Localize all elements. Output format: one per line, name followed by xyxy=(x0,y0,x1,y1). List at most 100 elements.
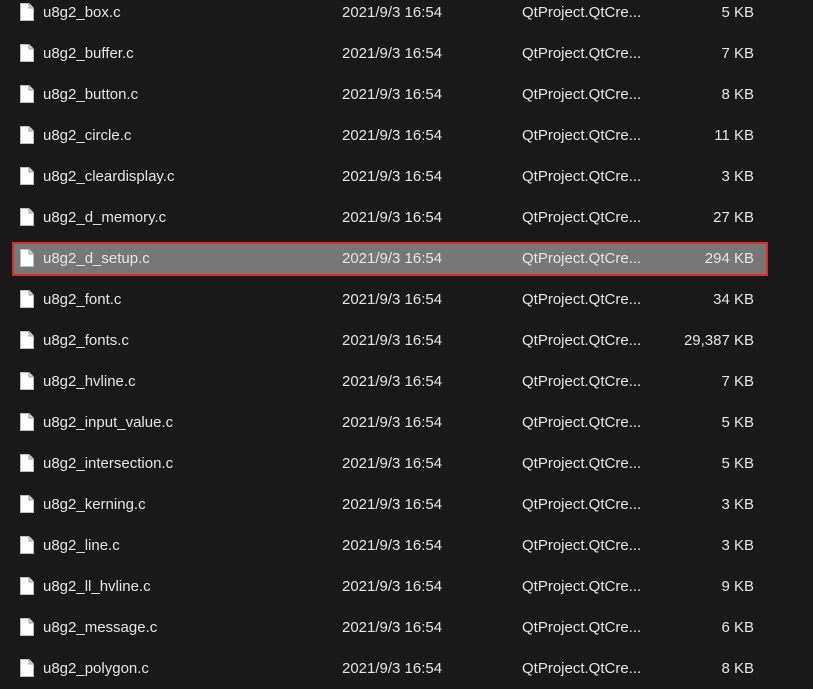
file-name: u8g2_hvline.c xyxy=(43,373,136,390)
file-row[interactable]: u8g2_kerning.c 2021/9/3 16:54 QtProject.Qt… xyxy=(14,490,766,520)
file-type: QtProject.QtCre... xyxy=(522,250,642,267)
document-icon xyxy=(20,331,34,349)
file-type: QtProject.QtCre... xyxy=(522,291,642,308)
file-date-modified: 2021/9/3 16:54 xyxy=(342,414,443,431)
file-type: QtProject.QtCre... xyxy=(522,496,642,513)
file-size: 3 KB xyxy=(721,537,754,554)
file-date-modified: 2021/9/3 16:54 xyxy=(342,332,443,349)
file-type: QtProject.QtCre... xyxy=(522,86,642,103)
file-date-modified: 2021/9/3 16:54 xyxy=(342,209,443,226)
file-list: u8g2_box.c 2021/9/3 16:54 QtProject.QtCre.… xyxy=(0,0,813,689)
file-date-modified: 2021/9/3 16:54 xyxy=(342,373,443,390)
document-icon xyxy=(20,3,34,21)
file-type: QtProject.QtCre... xyxy=(522,660,642,677)
file-row[interactable]: u8g2_cleardisplay.c 2021/9/3 16:54 QtProje… xyxy=(14,162,766,192)
file-size: 9 KB xyxy=(721,578,754,595)
file-name: u8g2_ll_hvline.c xyxy=(43,578,151,595)
document-icon xyxy=(20,85,34,103)
file-name: u8g2_buffer.c xyxy=(43,45,134,62)
file-size: 6 KB xyxy=(721,619,754,636)
file-name: u8g2_box.c xyxy=(43,4,121,21)
file-row[interactable]: u8g2_d_setup.c 2021/9/3 16:54 QtProject.Qt… xyxy=(12,242,768,276)
file-row[interactable]: u8g2_box.c 2021/9/3 16:54 QtProject.QtCre.… xyxy=(14,0,766,28)
document-icon xyxy=(20,618,34,636)
file-type: QtProject.QtCre... xyxy=(522,578,642,595)
file-date-modified: 2021/9/3 16:54 xyxy=(342,291,443,308)
file-date-modified: 2021/9/3 16:54 xyxy=(342,537,443,554)
file-name: u8g2_kerning.c xyxy=(43,496,146,513)
document-icon xyxy=(20,495,34,513)
file-date-modified: 2021/9/3 16:54 xyxy=(342,578,443,595)
file-name: u8g2_intersection.c xyxy=(43,455,174,472)
file-name: u8g2_input_value.c xyxy=(43,414,174,431)
file-date-modified: 2021/9/3 16:54 xyxy=(342,168,443,185)
file-row[interactable]: u8g2_ll_hvline.c 2021/9/3 16:54 QtProject.… xyxy=(14,572,766,602)
file-date-modified: 2021/9/3 16:54 xyxy=(342,4,443,21)
file-type: QtProject.QtCre... xyxy=(522,537,642,554)
file-size: 8 KB xyxy=(721,660,754,677)
file-date-modified: 2021/9/3 16:54 xyxy=(342,127,443,144)
file-type: QtProject.QtCre... xyxy=(522,127,642,144)
file-row[interactable]: u8g2_buffer.c 2021/9/3 16:54 QtProject.QtC… xyxy=(14,39,766,69)
file-size: 11 KB xyxy=(714,127,754,144)
file-name: u8g2_font.c xyxy=(43,291,122,308)
file-size: 29,387 KB xyxy=(683,332,754,349)
file-row[interactable]: u8g2_line.c 2021/9/3 16:54 QtProject.QtCre… xyxy=(14,531,766,561)
file-type: QtProject.QtCre... xyxy=(522,373,642,390)
file-type: QtProject.QtCre... xyxy=(522,619,642,636)
file-name: u8g2_cleardisplay.c xyxy=(43,168,175,185)
file-type: QtProject.QtCre... xyxy=(522,168,642,185)
document-icon xyxy=(20,290,34,308)
document-icon xyxy=(20,659,34,677)
document-icon xyxy=(20,454,34,472)
file-row[interactable]: u8g2_hvline.c 2021/9/3 16:54 QtProject.QtC… xyxy=(14,367,766,397)
document-icon xyxy=(20,44,34,62)
file-name: u8g2_message.c xyxy=(43,619,158,636)
file-row[interactable]: u8g2_d_memory.c 2021/9/3 16:54 QtProject.Q… xyxy=(14,203,766,233)
file-type: QtProject.QtCre... xyxy=(522,414,642,431)
file-size: 5 KB xyxy=(721,414,754,431)
file-name: u8g2_fonts.c xyxy=(43,332,129,349)
file-name: u8g2_polygon.c xyxy=(43,660,149,677)
file-date-modified: 2021/9/3 16:54 xyxy=(342,86,443,103)
file-size: 27 KB xyxy=(713,209,754,226)
file-size: 3 KB xyxy=(721,496,754,513)
file-date-modified: 2021/9/3 16:54 xyxy=(342,455,443,472)
document-icon xyxy=(20,249,34,267)
document-icon xyxy=(20,167,34,185)
file-type: QtProject.QtCre... xyxy=(522,455,642,472)
file-date-modified: 2021/9/3 16:54 xyxy=(342,250,443,267)
file-size: 3 KB xyxy=(721,168,754,185)
file-row[interactable]: u8g2_fonts.c 2021/9/3 16:54 QtProject.QtCr… xyxy=(14,326,766,356)
file-date-modified: 2021/9/3 16:54 xyxy=(342,619,443,636)
document-icon xyxy=(20,208,34,226)
file-date-modified: 2021/9/3 16:54 xyxy=(342,496,443,513)
file-row[interactable]: u8g2_font.c 2021/9/3 16:54 QtProject.QtCre… xyxy=(14,285,766,315)
file-row[interactable]: u8g2_intersection.c 2021/9/3 16:54 QtProje… xyxy=(14,449,766,479)
file-name: u8g2_line.c xyxy=(43,537,120,554)
document-icon xyxy=(20,372,34,390)
file-size: 5 KB xyxy=(721,4,754,21)
document-icon xyxy=(20,536,34,554)
file-type: QtProject.QtCre... xyxy=(522,4,642,21)
file-row[interactable]: u8g2_circle.c 2021/9/3 16:54 QtProject.QtC… xyxy=(14,121,766,151)
file-size: 5 KB xyxy=(721,455,754,472)
document-icon xyxy=(20,413,34,431)
file-row[interactable]: u8g2_message.c 2021/9/3 16:54 QtProject.Qt… xyxy=(14,613,766,643)
file-size: 8 KB xyxy=(721,86,754,103)
file-type: QtProject.QtCre... xyxy=(522,332,642,349)
document-icon xyxy=(20,577,34,595)
file-size: 294 KB xyxy=(704,250,754,267)
file-name: u8g2_circle.c xyxy=(43,127,132,144)
file-name: u8g2_button.c xyxy=(43,86,139,103)
file-type: QtProject.QtCre... xyxy=(522,45,642,62)
file-name: u8g2_d_setup.c xyxy=(43,250,150,267)
file-row[interactable]: u8g2_input_value.c 2021/9/3 16:54 QtProjec… xyxy=(14,408,766,438)
document-icon xyxy=(20,126,34,144)
file-size: 7 KB xyxy=(721,373,754,390)
file-name: u8g2_d_memory.c xyxy=(43,209,167,226)
file-date-modified: 2021/9/3 16:54 xyxy=(342,45,443,62)
file-row[interactable]: u8g2_polygon.c 2021/9/3 16:54 QtProject.Qt… xyxy=(14,654,766,684)
file-row[interactable]: u8g2_button.c 2021/9/3 16:54 QtProject.QtC… xyxy=(14,80,766,110)
file-size: 34 KB xyxy=(713,291,754,308)
